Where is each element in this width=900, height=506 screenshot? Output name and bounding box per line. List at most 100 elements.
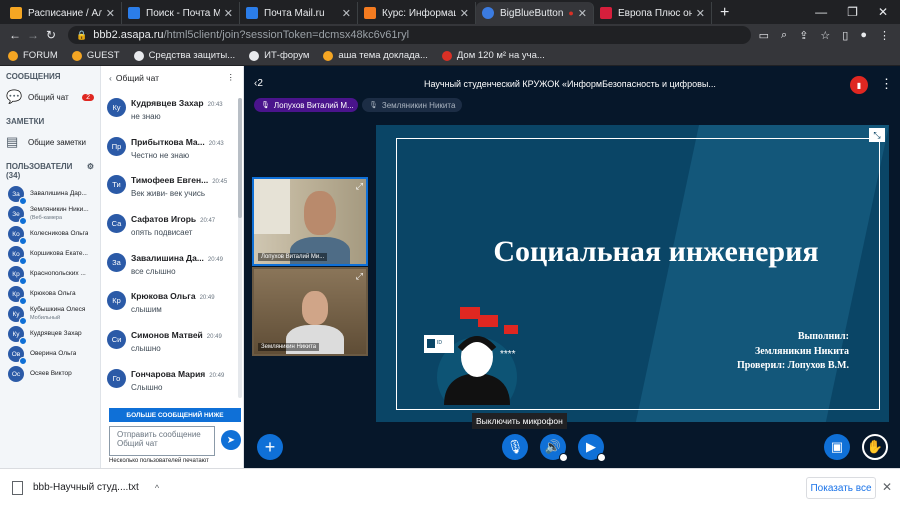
browser-tab-3[interactable]: Почта Mail.ru ✕ (240, 2, 358, 24)
slide-title: Социальная инженерия (493, 235, 819, 268)
avatar: Пр (107, 136, 126, 156)
user-list-item[interactable]: Ко Коршикова Екате... (0, 244, 100, 265)
gear-icon[interactable]: ⚙ (87, 162, 94, 180)
audio-button[interactable]: 🔊 (540, 434, 568, 462)
close-icon[interactable]: ✕ (882, 480, 892, 494)
toggle-userlist-button[interactable]: ‹2 (254, 78, 263, 89)
star-icon[interactable]: ☆ (820, 29, 830, 42)
envelope-icon (478, 315, 498, 327)
restore-icon[interactable]: ❐ (847, 5, 858, 19)
signal-bars-icon: ▮ (856, 80, 862, 90)
browser-tab-6[interactable]: Европа Плюс онлай✕ (594, 2, 712, 24)
webcam-button[interactable]: ▶ (578, 434, 606, 462)
talking-indicator[interactable]: 🎙 Земляникин Никита (362, 98, 463, 112)
user-list-item[interactable]: Ко Колесникова Ольга (0, 224, 100, 245)
bookmark-item[interactable]: GUEST (71, 50, 120, 61)
tab-favicon-icon (482, 7, 494, 19)
microphone-status-icon (19, 277, 27, 285)
show-all-button[interactable]: Показать все (806, 477, 876, 499)
profile-icon[interactable]: ● (860, 29, 867, 42)
avatar: Са (107, 214, 126, 234)
presentation-slide: Социальная инженерия Выполнил: Земляники… (376, 125, 889, 422)
public-chat-panel: ‹ Общий чат ⋮ Ку Кудрявцев Захар 20:43 не зн… (101, 66, 244, 468)
close-icon[interactable]: ✕ (460, 7, 469, 20)
reload-icon[interactable]: ↻ (42, 28, 60, 42)
close-icon[interactable]: ✕ (578, 7, 587, 20)
close-icon[interactable]: ✕ (224, 7, 233, 20)
mute-microphone-button[interactable]: 🎙 (502, 434, 528, 460)
webcam-tile[interactable]: Земляникин Никита ⤢ (252, 267, 368, 356)
chat-back-button[interactable]: ‹ Общий чат (109, 73, 159, 83)
recording-indicator[interactable]: ▮ (850, 76, 868, 94)
envelope-icon (504, 325, 518, 334)
microphone-status-icon (19, 237, 27, 245)
close-icon[interactable]: ✕ (342, 7, 351, 20)
webcam-settings-dot[interactable] (597, 453, 606, 462)
id-label: ID (437, 340, 442, 346)
tab-favicon-icon (600, 7, 612, 19)
window-controls: — ❐ ✕ (815, 0, 900, 24)
user-list-item[interactable]: Ов Оверина Ольга (0, 344, 100, 365)
fullscreen-icon[interactable]: ⤡ (869, 128, 885, 142)
fullscreen-icon[interactable]: ⤢ (356, 271, 363, 282)
share-icon[interactable]: ⇪ (799, 29, 808, 42)
browser-tab-2[interactable]: Поиск - Почта Mail.ru✕ (122, 2, 240, 24)
close-icon[interactable]: ✕ (106, 7, 115, 20)
microphone-status-icon (19, 257, 27, 265)
browser-tab-1[interactable]: Расписание / Алтайск✕ (4, 2, 122, 24)
chat-message-input[interactable]: Отправить сообщение Общий чат (109, 426, 215, 456)
user-list-item[interactable]: Ку Кудрявцев Захар (0, 324, 100, 345)
envelope-icon (460, 307, 480, 319)
user-list-item[interactable]: Зе Земляникин Ники... (Веб-камера (0, 204, 100, 225)
bookmark-item[interactable]: ИТ-форум (249, 50, 309, 61)
webcam-tile[interactable]: Лопухов Виталий Ми... ⤢ (252, 177, 368, 266)
user-list-item[interactable]: Кр Краснопольских ... (0, 264, 100, 285)
zoom-icon[interactable]: ⌕ (781, 29, 787, 42)
bookmark-item[interactable]: Средства защиты... (133, 50, 235, 61)
chevron-up-icon[interactable]: ^ (155, 483, 159, 493)
chat-message: Ку Кудрявцев Захар 20:43 не знаю (101, 98, 238, 137)
chat-bubble-icon: 💬 (6, 89, 23, 104)
hand-icon: ✋ (866, 439, 884, 454)
new-tab-button[interactable]: + (712, 2, 737, 24)
actions-button[interactable]: + (257, 434, 283, 460)
chat-options-icon[interactable]: ⋮ (227, 72, 236, 83)
browser-tab-5[interactable]: BigBlueButton - Н●✕ (476, 2, 594, 24)
camera-permission-icon[interactable]: ▭ (759, 29, 769, 42)
avatar: Си (107, 330, 126, 350)
browser-tab-4[interactable]: Курс: Информацион✕ (358, 2, 476, 24)
sidebar-item-public-chat[interactable]: 💬 Общий чат 2 (0, 85, 100, 109)
user-list-item[interactable]: Ос Осяев Виктор (0, 364, 100, 384)
fullscreen-icon[interactable]: ⤢ (356, 181, 363, 192)
bookmark-item[interactable]: FORUM (8, 50, 58, 61)
download-shelf: bbb-Научный студ....txt ^ Показать все ✕ (0, 468, 900, 506)
sidebar-item-shared-notes[interactable]: ▤ Общие заметки (0, 130, 100, 154)
raise-hand-button[interactable]: ✋ (862, 434, 888, 460)
user-list-item[interactable]: Ку Кубышкина Олеся Мобильный (0, 304, 100, 325)
presentation-button[interactable]: ▣ (824, 434, 850, 460)
browser-menu-icon[interactable]: ⋮ (879, 29, 890, 42)
close-icon[interactable]: ✕ (696, 7, 705, 20)
user-list-item[interactable]: За Завалишина Дар... (0, 184, 100, 205)
more-messages-button[interactable]: БОЛЬШЕ СООБЩЕНИЙ НИЖЕ (109, 408, 241, 422)
close-window-icon[interactable]: ✕ (878, 5, 888, 19)
id-photo (427, 339, 435, 348)
hacker-illustration: ID **** (424, 307, 518, 405)
chat-scrollbar-thumb[interactable] (238, 98, 242, 218)
sidepanel-icon[interactable]: ▯ (842, 29, 848, 42)
audio-settings-dot[interactable] (559, 453, 568, 462)
talking-indicator[interactable]: 🎙 Лопухов Виталий М... (254, 98, 358, 112)
chevron-left-icon: ‹ (109, 72, 112, 83)
microphone-status-icon (19, 197, 27, 205)
options-menu-icon[interactable]: ⋮ (880, 76, 893, 92)
downloaded-file[interactable]: bbb-Научный студ....txt ^ (0, 480, 159, 495)
lock-icon: 🔒 (76, 29, 88, 40)
send-message-button[interactable]: ➤ (221, 430, 241, 450)
bookmark-item[interactable]: ашa тема доклада... (323, 50, 428, 61)
minimize-icon[interactable]: — (815, 5, 827, 19)
user-list-item[interactable]: Кр Крюкова Ольга (0, 284, 100, 305)
forward-arrow-icon[interactable]: → (24, 28, 42, 42)
url-input[interactable]: 🔒 bbb2.asapa.ru/html5client/join?session… (68, 26, 751, 44)
back-arrow-icon[interactable]: ← (6, 28, 24, 42)
bookmark-item[interactable]: Дом 120 м² на уча... (441, 50, 545, 61)
